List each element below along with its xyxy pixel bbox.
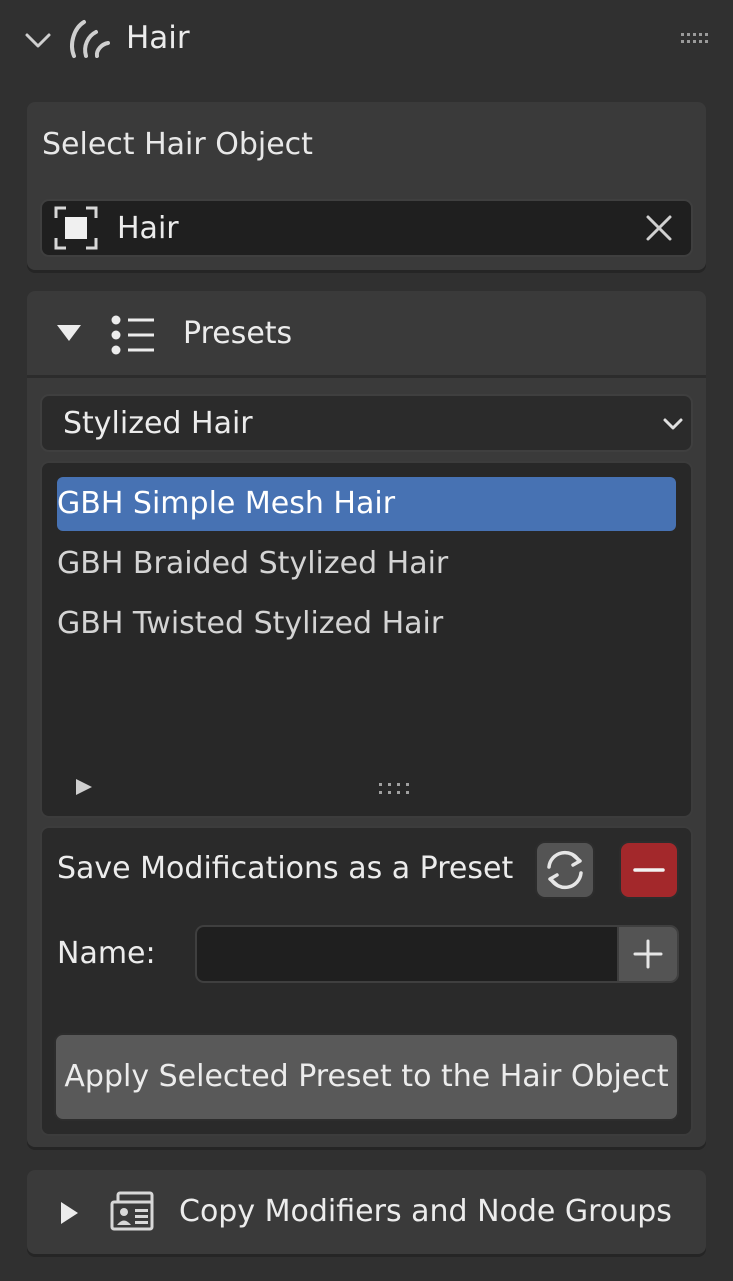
resize-grip-icon[interactable] [377, 780, 413, 796]
hair-strands-icon [70, 20, 110, 58]
refresh-button[interactable] [535, 841, 595, 899]
chevron-down-icon[interactable] [24, 30, 52, 52]
list-item[interactable]: GBH Braided Stylized Hair [57, 537, 676, 591]
minus-icon [633, 868, 665, 872]
close-icon[interactable] [643, 212, 675, 244]
panel-title: Hair [126, 20, 190, 56]
plus-icon [633, 939, 663, 969]
list-icon [111, 315, 154, 355]
triangle-down-icon[interactable] [55, 322, 83, 344]
refresh-icon [547, 850, 583, 890]
triangle-right-icon[interactable] [57, 1199, 81, 1227]
copy-modifiers-title[interactable]: Copy Modifiers and Node Groups [179, 1191, 672, 1233]
id-card-icon [110, 1191, 154, 1231]
apply-preset-button[interactable]: Apply Selected Preset to the Hair Object [54, 1033, 679, 1121]
add-preset-button[interactable] [617, 925, 679, 983]
presets-title[interactable]: Presets [183, 313, 292, 355]
drag-grip-icon[interactable] [680, 30, 710, 46]
chevron-down-icon [663, 418, 683, 430]
preset-category-value: Stylized Hair [63, 406, 253, 441]
name-label: Name: [57, 936, 156, 971]
object-icon [54, 206, 98, 250]
list-item[interactable]: GBH Simple Mesh Hair [57, 477, 676, 531]
hair-object-value: Hair [117, 211, 179, 246]
select-hair-object-label: Select Hair Object [42, 127, 313, 162]
save-preset-label: Save Modifications as a Preset [57, 851, 514, 886]
preset-name-input[interactable] [195, 925, 619, 983]
triangle-right-icon[interactable] [73, 777, 95, 797]
list-item[interactable]: GBH Twisted Stylized Hair [57, 597, 676, 651]
remove-preset-button[interactable] [619, 841, 679, 899]
presets-header-divider [27, 375, 706, 378]
